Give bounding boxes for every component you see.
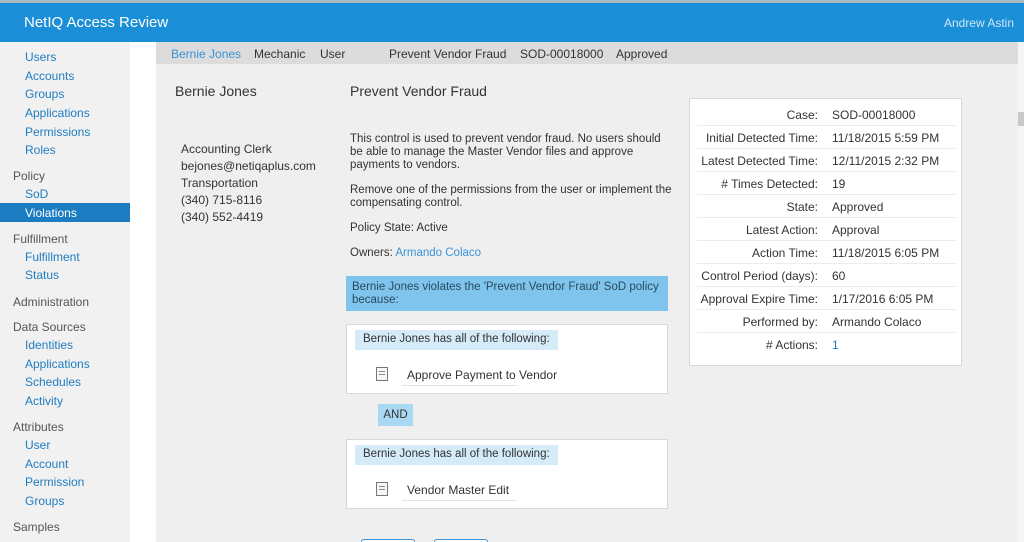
case-label: State: [786,200,818,214]
sidebar-item-users[interactable]: Users [25,50,56,64]
permission-doc-icon [376,367,388,381]
user-department: Transportation [181,176,258,190]
case-value: 11/18/2015 5:59 PM [832,131,940,145]
case-row: Approval Expire Time: 1/17/2016 6:05 PM [697,287,956,310]
rule-card: Bernie Jones has all of the following: A… [346,324,668,394]
case-row: Latest Detected Time: 12/11/2015 2:32 PM [697,149,956,172]
sidebar-item-attr-user[interactable]: User [25,438,50,452]
sidebar-item-identities[interactable]: Identities [25,338,73,352]
rule-header: Bernie Jones has all of the following: [355,445,558,465]
breadcrumb-state: Approved [616,47,668,61]
user-email: bejones@netiqaplus.com [181,159,316,173]
operator-badge: AND [378,404,413,426]
policy-name-heading: Prevent Vendor Fraud [350,83,487,99]
case-row: Control Period (days): 60 [697,264,956,287]
case-value: SOD-00018000 [832,108,916,122]
user-menu[interactable]: Andrew Astin [944,16,1014,30]
case-label: Approval Expire Time: [700,292,818,306]
scrollbar[interactable] [1018,42,1024,542]
case-row: # Actions: 1 [697,333,956,356]
case-label: Initial Detected Time: [705,131,818,145]
case-value: Approved [832,200,884,214]
sidebar-header-attributes: Attributes [13,420,64,434]
sidebar-item-status[interactable]: Status [25,268,59,282]
case-value: Approval [832,223,880,237]
sidebar-item-attr-account[interactable]: Account [25,457,68,471]
case-label: Case: [786,108,818,122]
app-header: NetIQ Access Review Andrew Astin [0,0,1024,42]
sidebar-header-data-sources: Data Sources [13,320,86,334]
sidebar-item-schedules[interactable]: Schedules [25,375,81,389]
case-label: Latest Action: [745,223,818,237]
sidebar-header-administration[interactable]: Administration [13,295,89,309]
case-row: Action Time: 11/18/2015 6:05 PM [697,241,956,264]
case-value: 12/11/2015 2:32 PM [832,154,940,168]
user-name-heading: Bernie Jones [175,83,257,99]
breadcrumb-case: SOD-00018000 [520,47,604,61]
sidebar-item-attr-groups[interactable]: Groups [25,494,64,508]
case-row: Latest Action: Approval [697,218,956,241]
case-label: Action Time: [751,246,818,260]
user-phone-2: (340) 552-4419 [181,210,264,224]
sidebar-item-permissions[interactable]: Permissions [25,125,90,139]
case-label: Latest Detected Time: [701,154,818,168]
case-row: Performed by: Armando Colaco [697,310,956,333]
case-label: # Actions: [765,338,818,352]
sidebar-item-label: Violations [25,206,77,220]
case-details-panel: Case: SOD-00018000 Initial Detected Time… [689,98,962,366]
sidebar-item-roles[interactable]: Roles [25,143,56,157]
rule-header: Bernie Jones has all of the following: [355,330,558,350]
case-row: State: Approved [697,195,956,218]
sidebar-item-activity[interactable]: Activity [25,394,63,408]
sidebar-item-violations[interactable]: Violations [0,203,130,222]
breadcrumb-title: Mechanic [254,47,306,61]
sidebar-item-sod[interactable]: SoD [25,187,48,201]
policy-remediation: Remove one of the permissions from the u… [350,184,672,209]
sidebar-header-samples[interactable]: Samples [13,520,60,534]
case-value: 11/18/2015 6:05 PM [832,246,940,260]
rule-card: Bernie Jones has all of the following: V… [346,439,668,509]
divider [402,500,517,501]
case-label: # Times Detected: [721,177,818,191]
policy-owners: Owners: Armando Colaco [350,247,675,260]
permission-doc-icon [376,482,388,496]
sidebar-item-groups[interactable]: Groups [25,87,64,101]
case-row: # Times Detected: 19 [697,172,956,195]
violation-message: Bernie Jones violates the 'Prevent Vendo… [346,276,668,311]
case-value: 19 [832,177,846,191]
policy-state: Policy State: Active [350,222,448,234]
policy-description: This control is used to prevent vendor f… [350,133,661,171]
sidebar-header-fulfillment: Fulfillment [13,232,68,246]
breadcrumb: Bernie Jones Mechanic User Prevent Vendo… [156,42,1018,64]
case-row: Case: SOD-00018000 [697,103,956,126]
scroll-thumb[interactable] [1018,112,1024,126]
case-label: Performed by: [742,315,818,329]
main-content: Bernie Jones Mechanic User Prevent Vendo… [156,42,1018,542]
breadcrumb-user-link[interactable]: Bernie Jones [171,47,241,61]
sidebar-header-policy: Policy [13,169,46,183]
owner-link[interactable]: Armando Colaco [395,247,481,259]
breadcrumb-type: User [320,47,346,61]
case-value: 60 [832,269,846,283]
owners-label: Owners: [350,247,393,259]
app-title[interactable]: NetIQ Access Review [24,14,168,31]
gutter [130,42,156,542]
user-job-title: Accounting Clerk [181,142,272,156]
case-label: Control Period (days): [701,269,818,283]
case-value: 1/17/2016 6:05 PM [832,292,934,306]
permission-label[interactable]: Approve Payment to Vendor [407,368,557,382]
user-phone-1: (340) 715-8116 [181,193,263,207]
breadcrumb-policy: Prevent Vendor Fraud [389,47,507,61]
case-value: Armando Colaco [832,315,922,329]
sidebar-item-accounts[interactable]: Accounts [25,69,74,83]
case-row: Initial Detected Time: 11/18/2015 5:59 P… [697,126,956,149]
sidebar-item-attr-permission[interactable]: Permission [25,475,84,489]
sidebar-item-applications[interactable]: Applications [25,106,90,120]
sidebar-item-ds-applications[interactable]: Applications [25,357,90,371]
sidebar-item-fulfillment[interactable]: Fulfillment [25,250,80,264]
permission-label[interactable]: Vendor Master Edit [407,483,509,497]
divider [402,385,517,386]
sidebar: Users Accounts Groups Applications Permi… [0,42,130,542]
actions-count-link[interactable]: 1 [832,338,839,352]
